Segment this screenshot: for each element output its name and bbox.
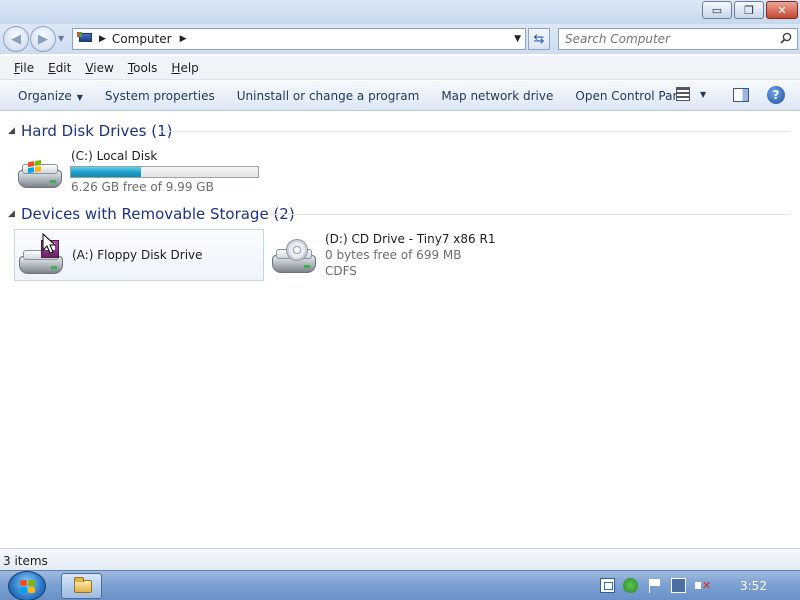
chevron-down-icon: ▼ [700, 89, 707, 99]
drive-d[interactable]: (D:) CD Drive - Tiny7 x86 R1 0 bytes fre… [268, 229, 518, 281]
back-button[interactable]: ◀ [3, 26, 29, 52]
drive-free-space: 0 bytes free of 699 MB [325, 248, 462, 262]
drive-name: (D:) CD Drive - Tiny7 x86 R1 [325, 232, 496, 246]
command-bar: Organize ▼ System properties Uninstall or… [0, 81, 800, 111]
taskbar: 3:52 [0, 570, 800, 600]
disk-usage-bar [70, 166, 259, 178]
group-divider [268, 214, 790, 215]
address-bar[interactable]: ▶ Computer ▶ ▼ [72, 28, 526, 50]
chevron-down-icon: ▼ [76, 92, 83, 102]
back-arrow-icon: ◀ [11, 31, 21, 47]
volume-muted-icon[interactable] [695, 578, 711, 593]
map-network-drive-button[interactable]: Map network drive [433, 89, 561, 103]
recent-pages-dropdown[interactable]: ▼ [58, 34, 64, 43]
group-divider [160, 131, 790, 132]
forward-button[interactable]: ▶ [30, 26, 56, 52]
close-button[interactable]: ✕ [766, 1, 798, 19]
forward-arrow-icon: ▶ [38, 31, 48, 47]
group-header-removable[interactable]: ◢ Devices with Removable Storage (2) [0, 204, 800, 224]
folder-icon [74, 577, 92, 593]
mouse-cursor-icon [42, 233, 57, 254]
security-shield-icon[interactable] [623, 578, 638, 593]
group-title: Devices with Removable Storage (2) [21, 205, 295, 223]
menu-help[interactable]: Help [171, 61, 198, 75]
clock[interactable]: 3:52 [740, 579, 767, 593]
document-tray-icon[interactable] [600, 578, 615, 593]
system-tray: 3:52 [592, 571, 800, 600]
title-bar: ▭ ❐ ✕ [0, 0, 800, 24]
drive-name: (C:) Local Disk [71, 149, 158, 163]
maximize-button[interactable]: ❐ [734, 1, 764, 19]
refresh-button[interactable]: ⇆ [528, 28, 550, 50]
uninstall-program-button[interactable]: Uninstall or change a program [229, 89, 428, 103]
taskbar-explorer-button[interactable] [61, 573, 102, 599]
view-tiles-icon [676, 87, 690, 101]
change-view-button[interactable]: ▼ [676, 87, 706, 101]
breadcrumb-computer[interactable]: Computer [112, 32, 172, 46]
organize-button[interactable]: Organize ▼ [10, 89, 91, 103]
search-icon[interactable] [780, 32, 792, 44]
menu-tools[interactable]: Tools [128, 61, 158, 75]
group-title: Hard Disk Drives (1) [21, 122, 173, 140]
group-header-hdd[interactable]: ◢ Hard Disk Drives (1) [0, 121, 800, 141]
start-button[interactable] [8, 571, 46, 600]
drive-free-space: 6.26 GB free of 9.99 GB [71, 180, 214, 194]
search-input[interactable] [559, 29, 769, 49]
help-icon[interactable]: ? [767, 86, 785, 104]
menu-view[interactable]: View [85, 61, 113, 75]
windows-logo-icon [20, 580, 35, 593]
drive-c[interactable]: (C:) Local Disk 6.26 GB free of 9.99 GB [14, 144, 264, 194]
navigation-bar: ◀ ▶ ▼ ▶ Computer ▶ ▼ ⇆ [0, 24, 800, 54]
status-bar: 3 items [0, 548, 800, 570]
menu-bar: File Edit View Tools Help [0, 56, 800, 80]
menu-file[interactable]: File [14, 61, 34, 75]
action-center-flag-icon[interactable] [647, 578, 662, 593]
collapse-triangle-icon[interactable]: ◢ [8, 126, 15, 136]
network-icon[interactable] [671, 578, 686, 593]
refresh-icon: ⇆ [533, 31, 545, 47]
breadcrumb-chevron-icon[interactable]: ▶ [99, 34, 106, 44]
window-controls: ▭ ❐ ✕ [700, 1, 798, 19]
disk-usage-fill [71, 167, 141, 177]
breadcrumb-chevron-icon[interactable]: ▶ [180, 34, 187, 44]
preview-pane-icon[interactable] [733, 88, 749, 102]
file-view: ◢ Hard Disk Drives (1) (C:) Local Disk 6… [0, 112, 800, 547]
system-properties-button[interactable]: System properties [97, 89, 223, 103]
cd-drive-icon [270, 239, 318, 277]
computer-icon [77, 32, 95, 46]
item-count: 3 items [3, 554, 48, 568]
address-dropdown-icon[interactable]: ▼ [514, 34, 521, 44]
menu-edit[interactable]: Edit [48, 61, 71, 75]
drive-name: (A:) Floppy Disk Drive [72, 248, 203, 262]
minimize-button[interactable]: ▭ [702, 1, 732, 19]
search-box[interactable] [558, 28, 798, 50]
collapse-triangle-icon[interactable]: ◢ [8, 209, 15, 219]
hard-disk-icon [16, 158, 64, 192]
drive-file-system: CDFS [325, 264, 357, 278]
